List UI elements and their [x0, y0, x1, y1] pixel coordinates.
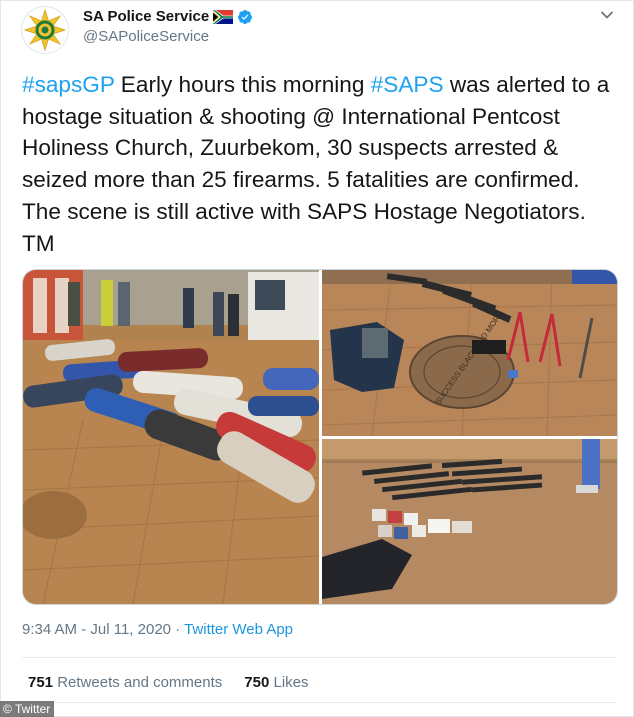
twitter-watermark: © Twitter: [0, 701, 55, 717]
tweet-card: SA Police Service @SAPoliceService #saps…: [0, 0, 634, 717]
separator: ·: [171, 621, 185, 638]
seized-items-on-paving-photo[interactable]: SUCCESS BLACK AND MORE: [322, 270, 617, 436]
suspects-lying-on-ground-photo[interactable]: [23, 270, 319, 604]
verified-badge-icon: [237, 9, 253, 25]
hashtag-link[interactable]: #sapsGP: [22, 72, 115, 97]
tweet-text: #sapsGP Early hours this morning #SAPS w…: [22, 69, 620, 259]
engagement-stats: 751 Retweets and comments 750 Likes: [28, 674, 309, 691]
likes-stat[interactable]: 750 Likes: [244, 674, 308, 691]
handle[interactable]: @SAPoliceService: [83, 28, 209, 45]
tweet-time[interactable]: 9:34 AM: [22, 621, 77, 638]
likes-label: Likes: [273, 674, 309, 691]
retweets-count: 751: [28, 674, 54, 691]
seized-firearms-and-ammunition-photo[interactable]: [322, 439, 617, 604]
tweet-timestamp: 9:34 AM - Jul 11, 2020 · Twitter Web App: [22, 621, 293, 638]
display-name[interactable]: SA Police Service: [83, 8, 209, 25]
chevron-down-icon[interactable]: [598, 6, 616, 24]
media-divider: [322, 436, 617, 439]
divider: [22, 657, 616, 658]
tweet-text-part: Early hours this morning: [114, 72, 371, 97]
tweet-date[interactable]: Jul 11, 2020: [90, 621, 171, 638]
separator: -: [77, 621, 91, 638]
media-grid: SUCCESS BLACK AND MORE: [22, 269, 618, 605]
retweets-label: Retweets and comments: [57, 674, 223, 691]
avatar[interactable]: [21, 6, 69, 54]
tweet-source-link[interactable]: Twitter Web App: [184, 621, 293, 638]
likes-count: 750: [244, 674, 270, 691]
saps-star-emblem-icon: [22, 7, 68, 53]
south-africa-flag-icon: [213, 9, 234, 24]
divider: [22, 702, 616, 703]
retweets-and-comments-stat[interactable]: 751 Retweets and comments: [28, 674, 222, 691]
tweet-text-part: was alerted to a hostage situation & sho…: [22, 72, 610, 256]
hashtag-link[interactable]: #SAPS: [371, 72, 444, 97]
